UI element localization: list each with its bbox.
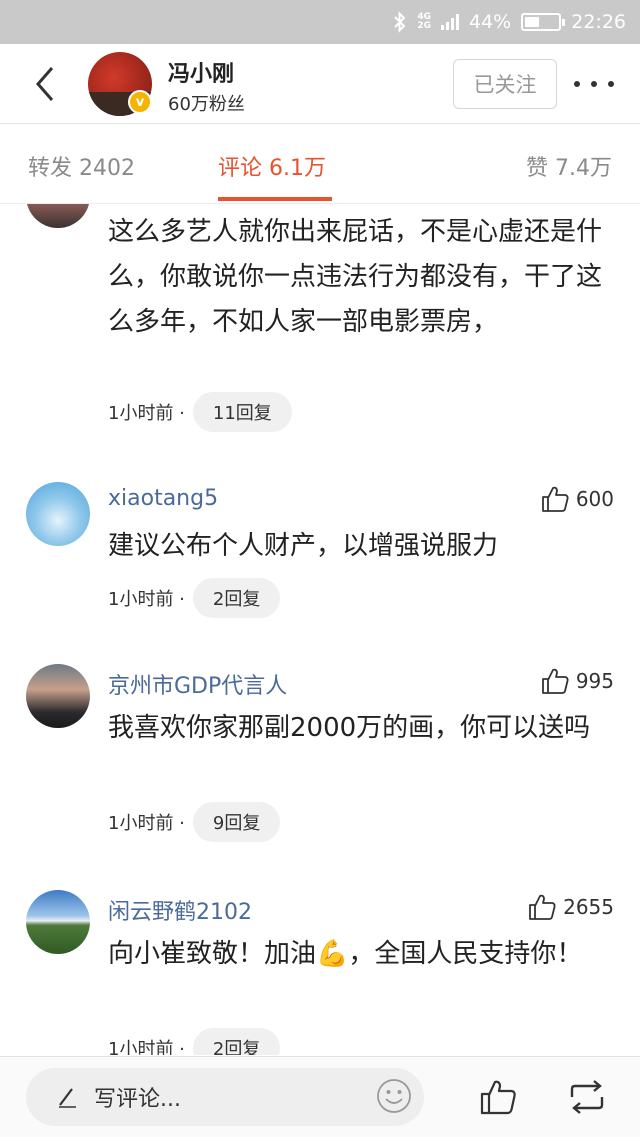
signal-icon (441, 14, 459, 30)
comment-time: 1小时前 · (108, 589, 185, 610)
comment-text: 这么多艺人就你出来屁话，不是心虚还是什么，你敢说你一点违法行为都没有，干了这么多… (108, 217, 603, 337)
comment-meta: 1小时前 · 2回复 (108, 1028, 281, 1055)
pencil-icon (59, 1088, 76, 1108)
tab-comments[interactable]: 评论 6.1万 (218, 150, 326, 182)
battery-percent: 44% (469, 11, 512, 33)
comment-like-button[interactable]: 600 (540, 484, 614, 514)
compose-placeholder: 写评论... (94, 1087, 181, 1112)
comment-avatar[interactable] (26, 890, 90, 954)
like-count: 2655 (563, 895, 614, 919)
comment-text: 我喜欢你家那副2000万的画，你可以送吗 (108, 713, 591, 743)
thumbs-up-icon (541, 486, 569, 512)
comment-username[interactable]: 京州市GDP代言人 (108, 668, 287, 700)
compose-comment-input[interactable]: 写评论... (26, 1068, 424, 1126)
follow-button[interactable]: 已关注 (453, 59, 557, 109)
header: v 冯小刚 60万粉丝 已关注 (0, 44, 640, 124)
comment-text: 建议公布个人财产，以增强说服力 (108, 531, 499, 561)
comment-like-button[interactable]: 995 (540, 666, 614, 696)
like-post-icon[interactable] (478, 1077, 518, 1117)
comment-avatar[interactable] (26, 664, 90, 728)
comment-meta: 1小时前 · 11回复 (108, 392, 292, 432)
network-type-indicator: 4G 2G (417, 12, 431, 31)
reply-count-button[interactable]: 11回复 (192, 392, 292, 432)
comment-avatar[interactable] (26, 482, 90, 546)
comment-list[interactable]: 这么多艺人就你出来屁话，不是心虚还是什么，你敢说你一点违法行为都没有，干了这么多… (0, 204, 640, 1055)
follower-count: 60万粉丝 (168, 94, 245, 115)
comment-time: 1小时前 · (108, 403, 185, 424)
like-count: 600 (575, 487, 614, 511)
comment-like-button[interactable]: 2655 (527, 892, 614, 922)
tab-bar: 转发 2402 评论 6.1万 赞 7.4万 (0, 124, 640, 204)
emoji-icon[interactable] (376, 1078, 412, 1114)
verified-badge-icon: v (128, 90, 152, 114)
thumbs-up-icon (529, 894, 556, 920)
bluetooth-icon (394, 11, 406, 33)
back-arrow-icon[interactable] (28, 62, 68, 106)
battery-icon (521, 13, 566, 31)
like-count: 995 (575, 669, 614, 693)
comment-time: 1小时前 · (108, 813, 185, 834)
comment-text: 向小崔致敬！加油💪，全国人民支持你！ (108, 939, 583, 969)
bottom-action-bar: 写评论... (0, 1056, 640, 1137)
page-title[interactable]: 冯小刚 (168, 56, 234, 88)
comment-username[interactable]: xiaotang5 (108, 486, 218, 511)
comment-time: 1小时前 · (108, 1039, 185, 1055)
repost-icon[interactable] (566, 1077, 608, 1117)
reply-count-button[interactable]: 9回复 (192, 802, 281, 842)
comment-meta: 1小时前 · 9回复 (108, 802, 281, 842)
tab-likes[interactable]: 赞 7.4万 (526, 150, 612, 182)
clock: 22:26 (571, 11, 626, 33)
thumbs-up-icon (541, 668, 569, 694)
comment-username[interactable]: 闲云野鹤2102 (108, 894, 252, 926)
comment-avatar[interactable] (26, 204, 90, 228)
tab-reposts[interactable]: 转发 2402 (28, 150, 135, 182)
comment-meta: 1小时前 · 2回复 (108, 578, 281, 618)
active-tab-indicator (218, 197, 332, 201)
reply-count-button[interactable]: 2回复 (192, 1028, 281, 1055)
more-options-icon[interactable] (574, 70, 614, 98)
status-bar: 4G 2G 44% 22:26 (0, 0, 640, 44)
reply-count-button[interactable]: 2回复 (192, 578, 281, 618)
